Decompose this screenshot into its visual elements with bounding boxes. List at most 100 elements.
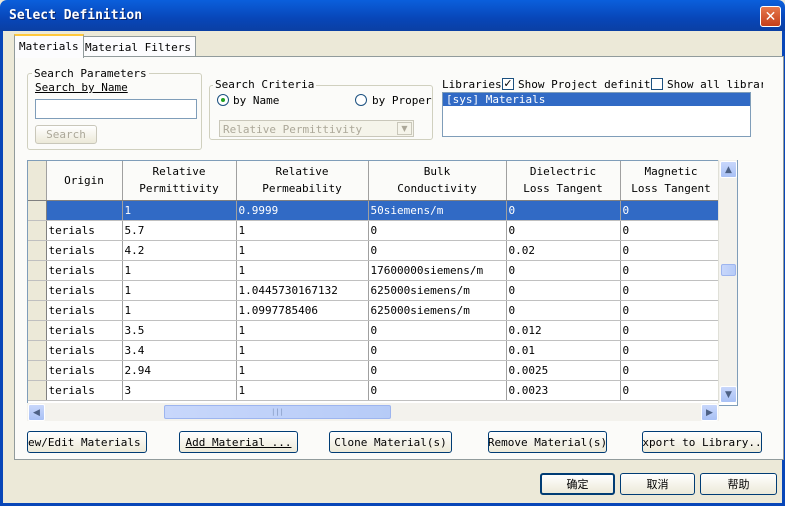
- column-header-bulk-conductivity[interactable]: Bulk Conductivity: [368, 161, 507, 201]
- column-header-dielectric-loss-tangent[interactable]: Dielectric Loss Tangent: [506, 161, 621, 201]
- by-name-radio[interactable]: [217, 94, 229, 106]
- table-row[interactable]: terials 4.2 1 0 0.02 0: [28, 240, 723, 261]
- cell-dielectric-loss[interactable]: 0.012: [506, 320, 621, 341]
- cell-magnetic-loss[interactable]: 0: [620, 300, 723, 321]
- cell-origin[interactable]: terials: [46, 360, 123, 381]
- cell-origin[interactable]: terials: [46, 300, 123, 321]
- cell-origin[interactable]: terials: [46, 320, 123, 341]
- tab-material-filters[interactable]: Material Filters: [80, 36, 196, 57]
- row-header[interactable]: [28, 200, 47, 221]
- cell-permeability[interactable]: 1: [236, 320, 369, 341]
- cell-permeability[interactable]: 1: [236, 220, 369, 241]
- cell-magnetic-loss[interactable]: 0: [620, 280, 723, 301]
- horizontal-scrollbar[interactable]: ◀ ||| ▶: [27, 403, 719, 421]
- cell-dielectric-loss[interactable]: 0: [506, 220, 621, 241]
- cell-conductivity[interactable]: 625000siemens/m: [368, 280, 507, 301]
- row-header[interactable]: [28, 340, 47, 361]
- by-property-radio[interactable]: [355, 94, 367, 106]
- cell-conductivity[interactable]: 0: [368, 380, 507, 401]
- table-row[interactable]: terials 2.94 1 0 0.0025 0: [28, 360, 723, 381]
- cell-permittivity[interactable]: 5.7: [122, 220, 237, 241]
- scroll-left-icon[interactable]: ◀: [28, 404, 45, 421]
- libraries-list[interactable]: [sys] Materials: [442, 92, 751, 137]
- cell-magnetic-loss[interactable]: 0: [620, 380, 723, 401]
- cell-origin[interactable]: [46, 200, 123, 221]
- chevron-down-icon[interactable]: ▼: [397, 122, 412, 135]
- cell-dielectric-loss[interactable]: 0: [506, 260, 621, 281]
- column-header-magnetic-loss-tangent[interactable]: Magnetic Loss Tangent: [620, 161, 723, 201]
- cancel-button[interactable]: 取消: [620, 473, 695, 495]
- scroll-right-icon[interactable]: ▶: [701, 404, 718, 421]
- cell-permeability[interactable]: 0.9999: [236, 200, 369, 221]
- cell-conductivity[interactable]: 0: [368, 320, 507, 341]
- scroll-down-icon[interactable]: ▼: [720, 386, 737, 403]
- cell-dielectric-loss[interactable]: 0.0023: [506, 380, 621, 401]
- cell-conductivity[interactable]: 50siemens/m: [368, 200, 507, 221]
- cell-origin[interactable]: terials: [46, 220, 123, 241]
- help-button[interactable]: 帮助: [700, 473, 777, 495]
- cell-permeability[interactable]: 1: [236, 360, 369, 381]
- cell-dielectric-loss[interactable]: 0: [506, 280, 621, 301]
- row-header[interactable]: [28, 380, 47, 401]
- cell-conductivity[interactable]: 0: [368, 220, 507, 241]
- cell-permeability[interactable]: 1: [236, 340, 369, 361]
- table-row[interactable]: terials 3 1 0 0.0023 0: [28, 380, 723, 401]
- cell-conductivity[interactable]: 0: [368, 360, 507, 381]
- cell-conductivity[interactable]: 0: [368, 340, 507, 361]
- cell-permeability[interactable]: 1.0445730167132: [236, 280, 369, 301]
- cell-permittivity[interactable]: 3.5: [122, 320, 237, 341]
- row-header[interactable]: [28, 300, 47, 321]
- cell-origin[interactable]: terials: [46, 280, 123, 301]
- cell-dielectric-loss[interactable]: 0.0025: [506, 360, 621, 381]
- property-combo[interactable]: Relative Permittivity ▼: [219, 120, 414, 137]
- column-header-origin[interactable]: Origin: [46, 161, 123, 201]
- cell-magnetic-loss[interactable]: 0: [620, 200, 723, 221]
- cell-permeability[interactable]: 1: [236, 380, 369, 401]
- cell-dielectric-loss[interactable]: 0.02: [506, 240, 621, 261]
- cell-permeability[interactable]: 1: [236, 240, 369, 261]
- export-to-library-button[interactable]: Export to Library...: [642, 431, 762, 453]
- library-item[interactable]: [sys] Materials: [443, 93, 750, 106]
- cell-permittivity[interactable]: 3: [122, 380, 237, 401]
- cell-dielectric-loss[interactable]: 0: [506, 300, 621, 321]
- cell-permittivity[interactable]: 1: [122, 300, 237, 321]
- horizontal-scroll-thumb[interactable]: |||: [164, 405, 391, 419]
- search-button[interactable]: Search: [35, 125, 97, 144]
- cell-magnetic-loss[interactable]: 0: [620, 340, 723, 361]
- table-row[interactable]: terials 1 1.0445730167132 625000siemens/m 0 0: [28, 280, 723, 301]
- cell-magnetic-loss[interactable]: 0: [620, 260, 723, 281]
- vertical-scroll-thumb[interactable]: [721, 264, 736, 276]
- row-header[interactable]: [28, 220, 47, 241]
- cell-permittivity[interactable]: 2.94: [122, 360, 237, 381]
- row-header[interactable]: [28, 240, 47, 261]
- cell-magnetic-loss[interactable]: 0: [620, 360, 723, 381]
- row-header[interactable]: [28, 260, 47, 281]
- cell-permittivity[interactable]: 4.2: [122, 240, 237, 261]
- table-row[interactable]: terials 5.7 1 0 0 0: [28, 220, 723, 241]
- materials-grid[interactable]: Origin Relative Permittivity Relative Perm…: [27, 160, 738, 406]
- table-row[interactable]: terials 3.4 1 0 0.01 0: [28, 340, 723, 361]
- table-row[interactable]: terials 1 1.0997785406 625000siemens/m 0 0: [28, 300, 723, 321]
- cell-magnetic-loss[interactable]: 0: [620, 320, 723, 341]
- add-material-button[interactable]: Add Material ...: [179, 431, 298, 453]
- cell-origin[interactable]: terials: [46, 240, 123, 261]
- cell-conductivity[interactable]: 625000siemens/m: [368, 300, 507, 321]
- table-row[interactable]: terials 1 1 17600000siemens/m 0 0: [28, 260, 723, 281]
- ok-button[interactable]: 确定: [540, 473, 615, 495]
- column-header-relative-permeability[interactable]: Relative Permeability: [236, 161, 369, 201]
- column-header-relative-permittivity[interactable]: Relative Permittivity: [122, 161, 237, 201]
- cell-magnetic-loss[interactable]: 0: [620, 240, 723, 261]
- view-edit-materials-button[interactable]: ew/Edit Materials .: [27, 431, 147, 453]
- remove-material-button[interactable]: Remove Material(s): [488, 431, 607, 453]
- show-project-checkbox[interactable]: ✓: [502, 78, 514, 90]
- cell-conductivity[interactable]: 0: [368, 240, 507, 261]
- cell-permeability[interactable]: 1.0997785406: [236, 300, 369, 321]
- cell-origin[interactable]: terials: [46, 340, 123, 361]
- row-header[interactable]: [28, 320, 47, 341]
- cell-permittivity[interactable]: 1: [122, 200, 237, 221]
- search-by-name-input[interactable]: [35, 99, 197, 119]
- row-header[interactable]: [28, 280, 47, 301]
- cell-permittivity[interactable]: 1: [122, 280, 237, 301]
- cell-dielectric-loss[interactable]: 0.01: [506, 340, 621, 361]
- cell-permeability[interactable]: 1: [236, 260, 369, 281]
